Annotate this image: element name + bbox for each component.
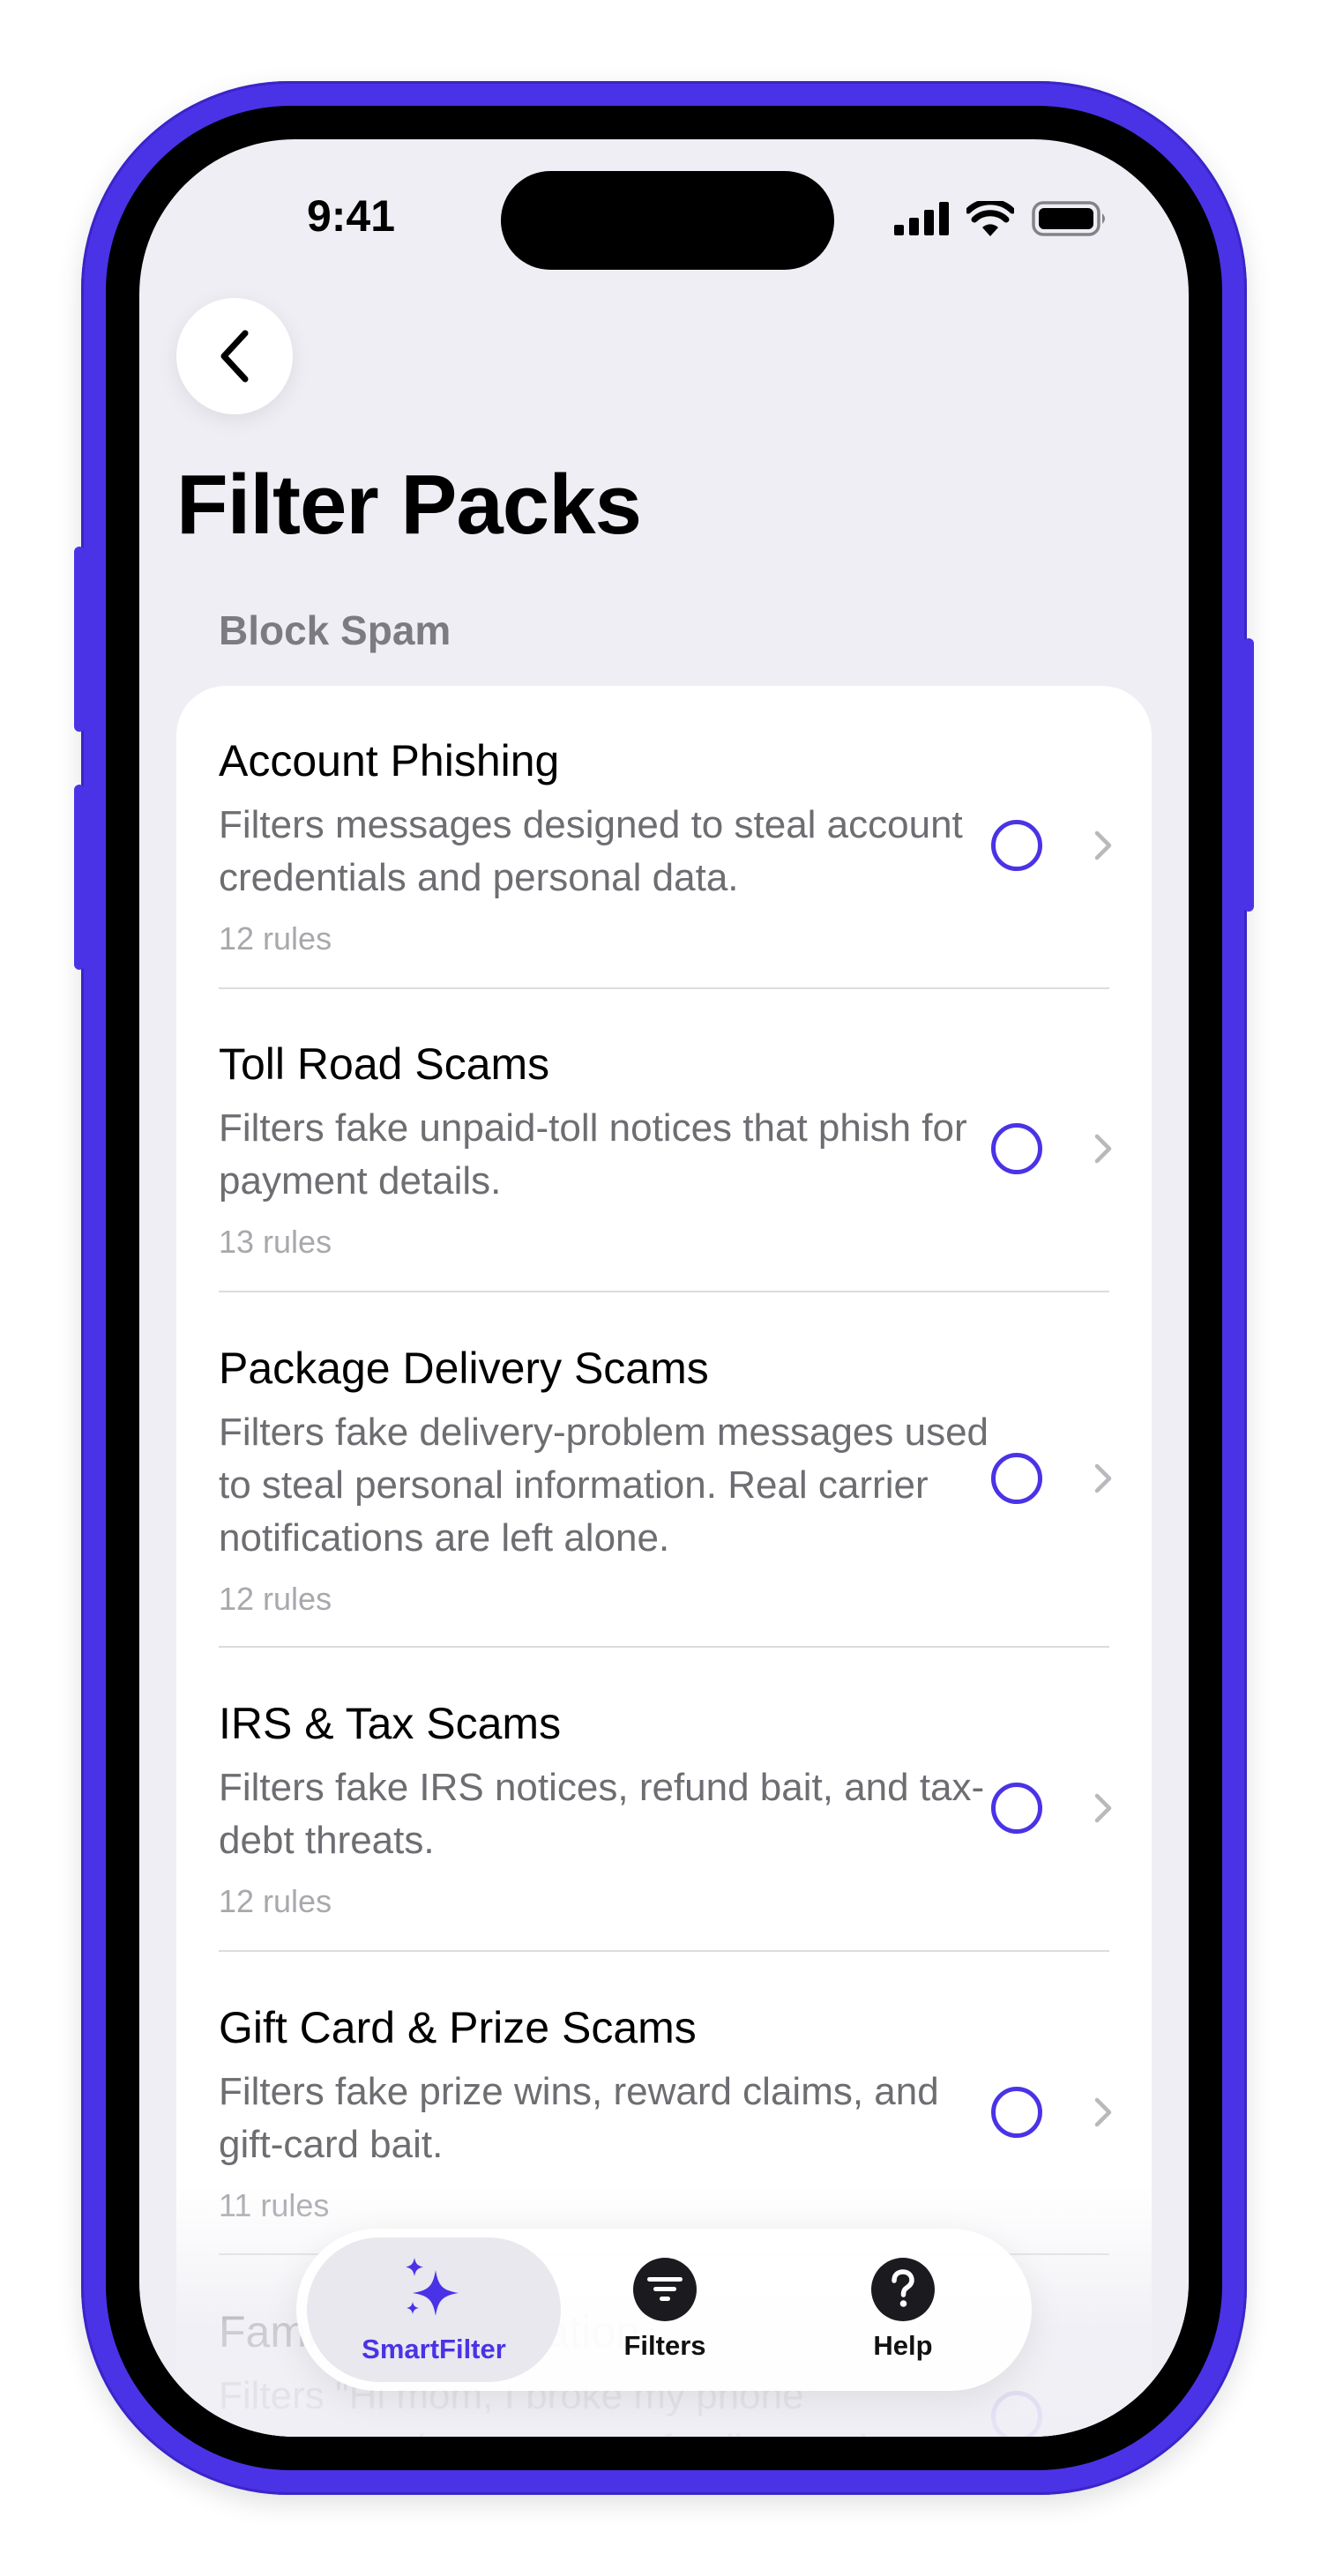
pack-title: Gift Card & Prize Scams (219, 2003, 697, 2052)
tab-label: Help (873, 2330, 933, 2361)
pack-toggle[interactable] (991, 2391, 1042, 2437)
pack-description: Filters fake delivery-problem messages u… (219, 1411, 989, 1560)
pack-toggle[interactable] (991, 1123, 1042, 1174)
chevron-right-icon (1094, 1463, 1112, 1493)
pack-toggle[interactable] (991, 820, 1042, 871)
row-divider (219, 1291, 1109, 1292)
filter-icon (633, 2258, 697, 2321)
row-divider (219, 1646, 1109, 1648)
row-divider (219, 1950, 1109, 1952)
dynamic-island (501, 171, 834, 270)
tab-bar: SmartFilter Filters Help (296, 2229, 1032, 2391)
filter-packs-list: Account Phishing Filters messages design… (176, 686, 1152, 2437)
app-screen: 9:41 Filter Packs Block Spam Account Phi… (139, 139, 1189, 2437)
pack-description: Filters fake IRS notices, refund bait, a… (219, 1766, 985, 1862)
pack-title: Package Delivery Scams (219, 1344, 709, 1393)
page-title: Filter Packs (176, 458, 642, 552)
pack-rule-count: 12 rules (219, 920, 332, 957)
chevron-right-icon (1094, 1793, 1112, 1823)
tab-label: Filters (623, 2330, 706, 2361)
tab-help[interactable]: Help (799, 2229, 1007, 2391)
chevron-right-icon (1094, 830, 1112, 860)
chevron-right-icon (1094, 2097, 1112, 2127)
pack-description: Filters fake prize wins, reward claims, … (219, 2070, 939, 2166)
tab-filters[interactable]: Filters (561, 2229, 769, 2391)
pack-title: Account Phishing (219, 736, 560, 785)
pack-rule-count: 11 rules (219, 2187, 330, 2223)
pack-title: Toll Road Scams (219, 1039, 550, 1089)
pack-rule-count: 13 rules (219, 1224, 332, 1260)
pack-toggle[interactable] (991, 2087, 1042, 2138)
pack-title: IRS & Tax Scams (219, 1699, 562, 1748)
row-divider (219, 987, 1109, 989)
pack-row-irs-tax-scams[interactable]: IRS & Tax Scams Filters fake IRS notices… (176, 1698, 1152, 1947)
pack-rule-count: 12 rules (219, 1581, 332, 1617)
pack-row-toll-road-scams[interactable]: Toll Road Scams Filters fake unpaid-toll… (176, 1039, 1152, 1287)
power-button (1243, 638, 1254, 912)
pack-row-gift-card-prize-scams[interactable]: Gift Card & Prize Scams Filters fake pri… (176, 2002, 1152, 2251)
pack-rule-count: 12 rules (219, 1883, 332, 1919)
pack-row-account-phishing[interactable]: Account Phishing Filters messages design… (176, 735, 1152, 984)
pack-description: Filters messages designed to steal accou… (219, 803, 963, 899)
wifi-icon (966, 201, 1014, 236)
action-button (74, 547, 85, 732)
volume-button (74, 785, 85, 970)
tab-label: SmartFilter (362, 2334, 506, 2364)
cellular-signal-icon (894, 202, 949, 235)
sparkles-icon (406, 2258, 459, 2316)
back-button[interactable] (176, 298, 293, 414)
pack-toggle[interactable] (991, 1783, 1042, 1834)
section-header: Block Spam (219, 607, 451, 653)
tab-smartfilter[interactable]: SmartFilter (307, 2237, 561, 2382)
status-icons (894, 201, 1108, 236)
chevron-right-icon (1094, 1134, 1112, 1164)
pack-row-package-delivery-scams[interactable]: Package Delivery Scams Filters fake deli… (176, 1343, 1152, 1644)
pack-description: Filters fake unpaid-toll notices that ph… (219, 1106, 967, 1202)
chevron-left-icon (220, 330, 249, 383)
battery-icon (1032, 201, 1105, 236)
status-time: 9:41 (306, 191, 396, 241)
question-mark-icon (871, 2258, 935, 2321)
pack-toggle[interactable] (991, 1453, 1042, 1504)
